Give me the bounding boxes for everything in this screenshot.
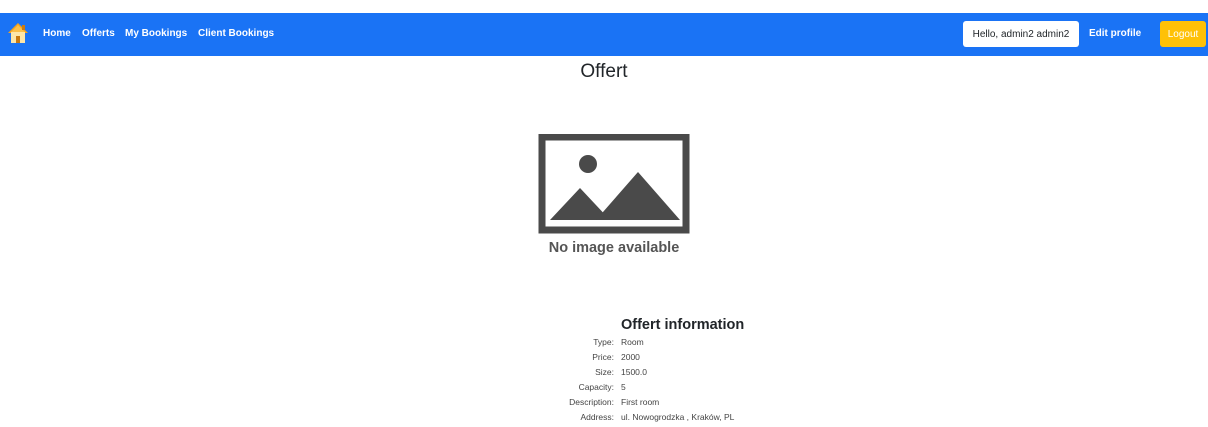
info-row-size: Size: 1500.0 xyxy=(0,367,1208,382)
info-row-description: Description: First room xyxy=(0,397,1208,412)
info-label: Description: xyxy=(569,397,614,407)
nav-home[interactable]: Home xyxy=(43,28,71,39)
info-row-price: Price: 2000 xyxy=(0,352,1208,367)
info-value: 2000 xyxy=(621,352,640,362)
nav-client-bookings[interactable]: Client Bookings xyxy=(198,28,274,39)
info-value: First room xyxy=(621,397,660,407)
info-row-type: Type: Room xyxy=(0,337,1208,352)
info-row-capacity: Capacity: 5 xyxy=(0,382,1208,397)
navbar: Home Offerts My Bookings Client Bookings… xyxy=(0,13,1208,56)
info-label: Size: xyxy=(595,367,614,377)
info-value: Room xyxy=(621,337,644,347)
info-row-address: Address: ul. Nowogrodzka , Kraków, PL xyxy=(0,412,1208,427)
nav-my-bookings[interactable]: My Bookings xyxy=(125,28,187,39)
info-value: 1500.0 xyxy=(621,367,647,377)
info-value: ul. Nowogrodzka , Kraków, PL xyxy=(621,412,735,422)
info-label: Price: xyxy=(592,352,614,362)
info-label: Capacity: xyxy=(578,382,614,392)
info-label: Address: xyxy=(580,412,614,422)
nav-offerts[interactable]: Offerts xyxy=(82,28,115,39)
info-title: Offert information xyxy=(621,317,745,333)
user-greeting: Hello, admin2 admin2 xyxy=(963,21,1079,47)
house-icon[interactable] xyxy=(7,22,29,44)
logout-button[interactable]: Logout xyxy=(1160,21,1206,47)
no-image-caption: No image available xyxy=(548,240,680,256)
info-value: 5 xyxy=(621,382,626,392)
page-title: Offert xyxy=(580,61,628,82)
info-label: Type: xyxy=(593,337,614,347)
edit-profile-link[interactable]: Edit profile xyxy=(1089,28,1141,39)
